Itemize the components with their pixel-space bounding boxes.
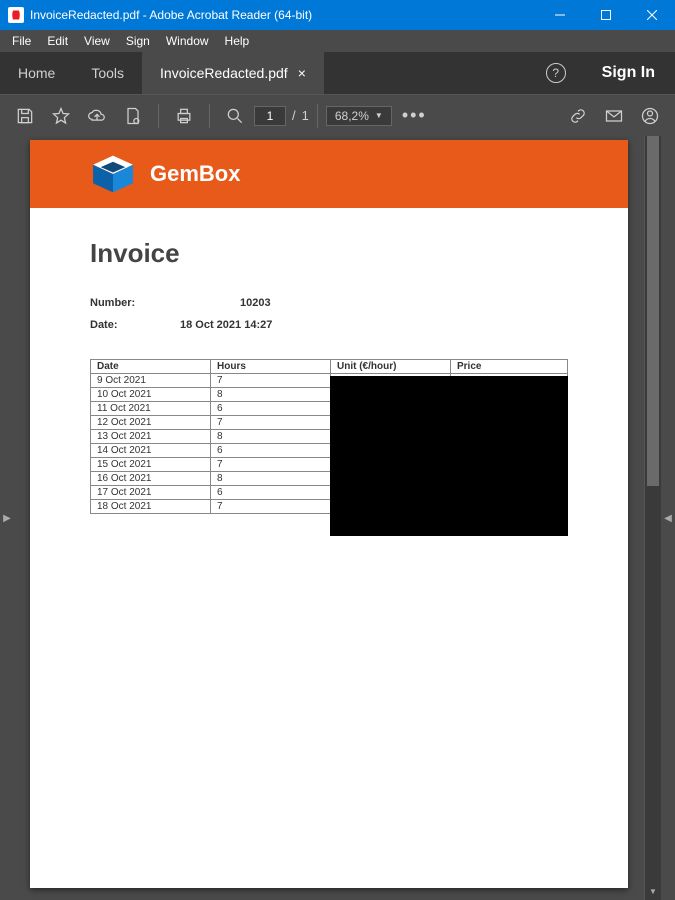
close-button[interactable] [629, 0, 675, 30]
cloud-upload-icon[interactable] [80, 99, 114, 133]
maximize-button[interactable] [583, 0, 629, 30]
invoice-heading: Invoice [90, 238, 568, 269]
tab-document-label: InvoiceRedacted.pdf [160, 65, 288, 81]
window-title: InvoiceRedacted.pdf - Adobe Acrobat Read… [30, 8, 537, 22]
save-icon[interactable] [8, 99, 42, 133]
tabbar: Home Tools InvoiceRedacted.pdf × ? Sign … [0, 52, 675, 94]
page-total: 1 [302, 108, 309, 123]
zoom-value: 68,2% [335, 109, 369, 123]
date-label: Date: [90, 319, 180, 331]
brand-name: GemBox [150, 161, 240, 187]
menu-sign[interactable]: Sign [118, 34, 158, 48]
zoom-icon[interactable] [218, 99, 252, 133]
menu-view[interactable]: View [76, 34, 118, 48]
pdf-page: GemBox Invoice Number: 10203 Date: 18 Oc… [30, 140, 628, 888]
close-tab-icon[interactable]: × [298, 65, 306, 81]
redaction-block [330, 376, 568, 536]
chevron-down-icon: ▼ [375, 111, 383, 120]
star-icon[interactable] [44, 99, 78, 133]
tab-home[interactable]: Home [0, 52, 73, 94]
print-icon[interactable] [167, 99, 201, 133]
number-label: Number: [90, 297, 180, 309]
col-hours: Hours [211, 360, 331, 374]
zoom-dropdown[interactable]: 68,2% ▼ [326, 106, 392, 126]
scrollbar-thumb[interactable] [647, 136, 659, 486]
minimize-button[interactable] [537, 0, 583, 30]
left-panel-toggle[interactable]: ▶ [0, 136, 14, 900]
link-share-icon[interactable] [561, 99, 595, 133]
page-navigator: / 1 [254, 106, 309, 126]
toolbar: / 1 68,2% ▼ ••• [0, 94, 675, 136]
sign-in-button[interactable]: Sign In [582, 52, 675, 94]
menu-edit[interactable]: Edit [39, 34, 76, 48]
col-date: Date [91, 360, 211, 374]
vertical-scrollbar[interactable]: ▼ [644, 136, 661, 900]
page-lock-icon[interactable] [116, 99, 150, 133]
help-icon[interactable]: ? [546, 63, 566, 83]
col-unit: Unit (€/hour) [331, 360, 451, 374]
menu-window[interactable]: Window [158, 34, 217, 48]
page-sep: / [292, 108, 296, 123]
menu-help[interactable]: Help [217, 34, 258, 48]
titlebar: InvoiceRedacted.pdf - Adobe Acrobat Read… [0, 0, 675, 30]
document-banner: GemBox [30, 140, 628, 208]
tab-document[interactable]: InvoiceRedacted.pdf × [142, 52, 324, 94]
mail-icon[interactable] [597, 99, 631, 133]
menubar: File Edit View Sign Window Help [0, 30, 675, 52]
scrollbar-down-icon[interactable]: ▼ [645, 883, 661, 900]
document-area[interactable]: GemBox Invoice Number: 10203 Date: 18 Oc… [14, 136, 644, 900]
right-panel-toggle[interactable]: ◀ [661, 136, 675, 900]
profile-icon[interactable] [633, 99, 667, 133]
tab-tools[interactable]: Tools [73, 52, 142, 94]
col-price: Price [451, 360, 568, 374]
page-current-input[interactable] [254, 106, 286, 126]
more-icon[interactable]: ••• [394, 105, 435, 126]
invoice-table-wrap: Date Hours Unit (€/hour) Price 9 Oct 202… [90, 359, 568, 514]
menu-file[interactable]: File [4, 34, 39, 48]
acrobat-icon [8, 7, 24, 23]
gembox-logo-icon [90, 154, 136, 194]
date-value: 18 Oct 2021 14:27 [180, 319, 272, 331]
number-value: 10203 [240, 297, 271, 309]
document-viewer: ▶ GemBox Invoice Number: 10203 Date: [0, 136, 675, 900]
